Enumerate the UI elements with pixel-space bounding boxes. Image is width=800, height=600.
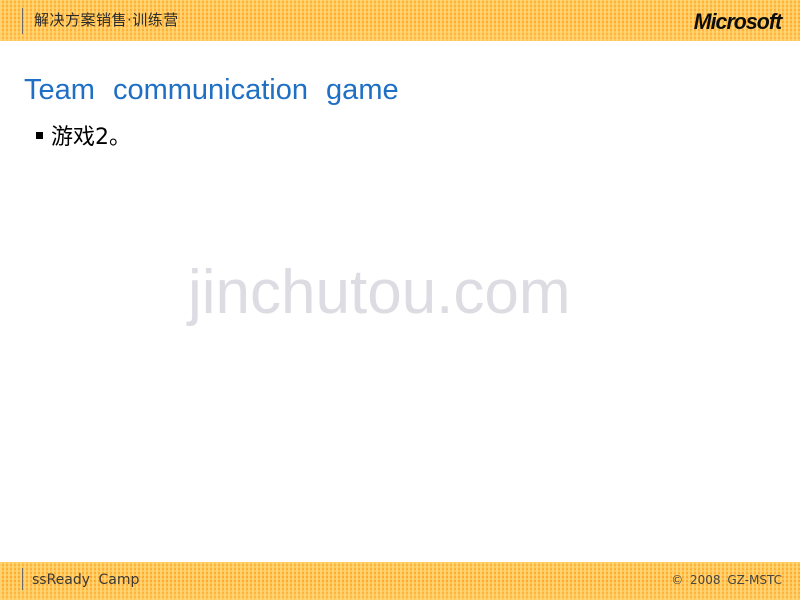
slide-bullet-list: 游戏2。 [36, 123, 131, 153]
microsoft-logo: Microsoft· [694, 9, 784, 35]
footer-copyright-label: © 2008 GZ-MSTC [671, 573, 782, 587]
slide-header-bar: 解决方案销售·训练营 Microsoft· [0, 0, 800, 41]
header-title: 解决方案销售·训练营 [34, 11, 179, 29]
presentation-slide: 解决方案销售·训练营 Microsoft· Team communication… [0, 0, 800, 600]
footer-left-label: ssReady Camp [32, 572, 140, 588]
slide-title: Team communication game [24, 74, 399, 106]
footer-separator-icon [22, 568, 23, 590]
list-item: 游戏2。 [36, 123, 131, 153]
header-separator-icon [22, 8, 23, 34]
list-item-label: 游戏2。 [51, 125, 131, 150]
watermark-text: jinchutou.com [188, 258, 571, 327]
microsoft-logo-mark: · [781, 12, 784, 23]
square-bullet-icon [36, 132, 43, 139]
slide-footer-bar: ssReady Camp © 2008 GZ-MSTC [0, 562, 800, 600]
microsoft-logo-text: Microsoft [693, 9, 782, 34]
